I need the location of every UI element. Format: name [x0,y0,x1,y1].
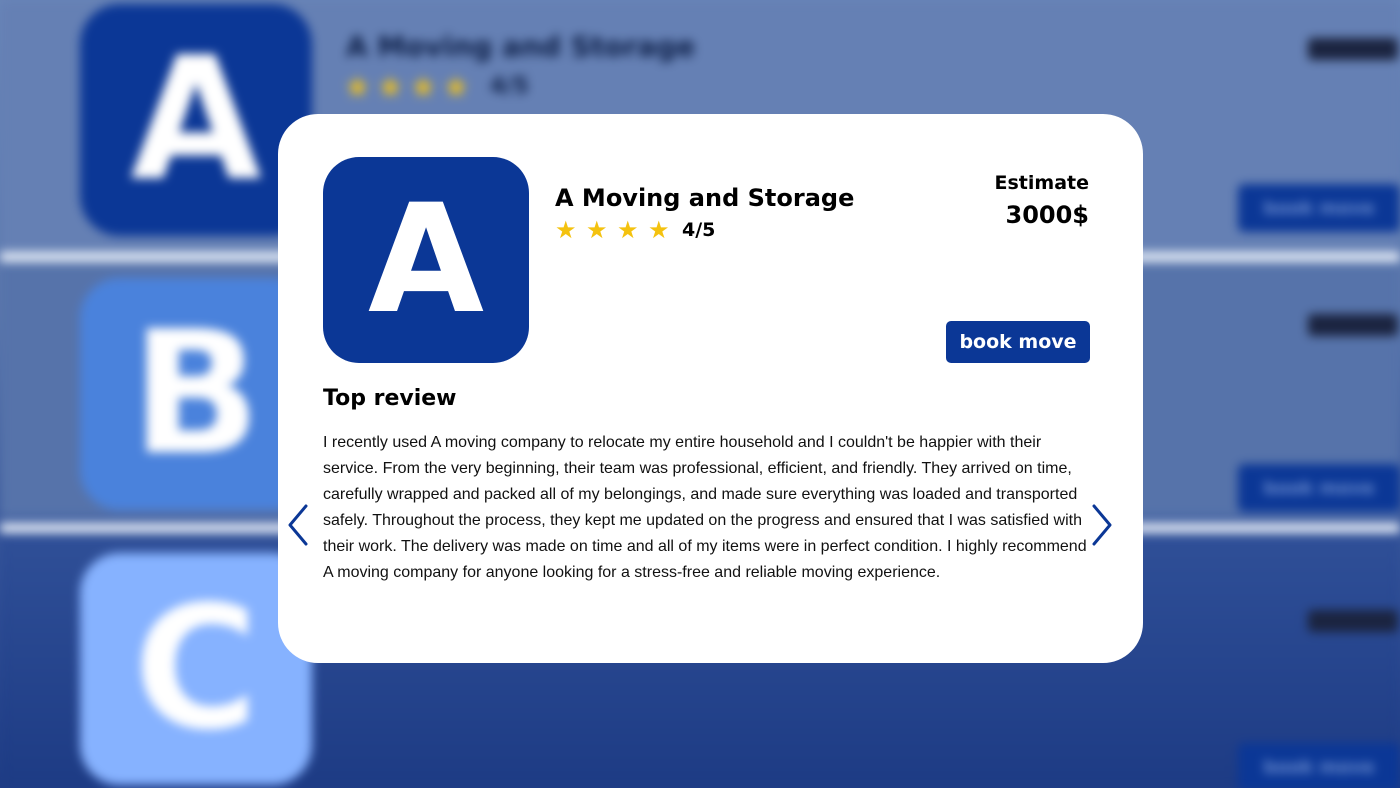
rating-stars: ★ ★ ★ ★ [555,218,679,242]
company-logo: A [323,157,529,363]
listing-estimate-c [1308,610,1398,632]
chevron-left-icon[interactable] [284,502,312,548]
rating-value: 4/5 [682,219,716,241]
star-icon: ★ [617,216,639,244]
listing-score-a: 4/5 [490,74,529,99]
listing-book-button-b: book move [1238,464,1400,512]
star-icon: ★ [648,216,670,244]
review-text: I recently used A moving company to relo… [323,434,1087,581]
listing-stars-a: ★★★★ [344,70,476,105]
estimate-value: 3000$ [1005,201,1090,229]
star-icon: ★ [586,216,608,244]
listing-estimate-b [1308,314,1398,336]
listing-estimate-a [1308,38,1398,60]
chevron-right-icon[interactable] [1088,502,1116,548]
book-move-button[interactable]: book move [946,321,1090,363]
star-icon: ★ [555,216,577,244]
review-heading: Top review [323,386,457,411]
company-detail-card: A A Moving and Storage ★ ★ ★ ★ 4/5 Estim… [278,114,1143,663]
listing-book-button-a: book move [1238,184,1400,232]
company-rating: ★ ★ ★ ★ 4/5 [555,218,715,242]
company-name: A Moving and Storage [555,184,855,212]
listing-book-button-c: book move [1238,743,1400,788]
listing-title-a: A Moving and Storage [346,30,696,63]
estimate-label: Estimate [994,172,1089,194]
